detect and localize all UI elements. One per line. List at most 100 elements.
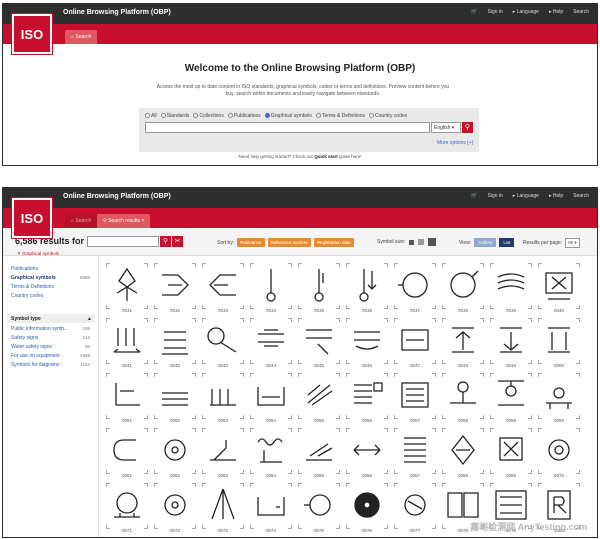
results-search-button[interactable]: ⚲ [160, 236, 171, 247]
quick-start-link[interactable]: Quick start [314, 154, 338, 159]
tile-corner [538, 483, 542, 487]
radio-publications[interactable]: Publications [227, 113, 261, 119]
symbol-type-safety[interactable]: Safety signs [11, 335, 38, 341]
symbol-type-header[interactable]: Symbol type ▲ [7, 314, 95, 323]
nav-language[interactable]: ▸ Language [513, 9, 539, 15]
symbol-tile[interactable]: 0076 [346, 483, 388, 535]
nav-language[interactable]: ▸ Language [513, 193, 539, 199]
symbol-tile[interactable]: 0065 [298, 428, 340, 480]
symbol-tile[interactable]: 0046 [346, 318, 388, 370]
radio-terms[interactable]: Terms & Definitions [315, 113, 365, 119]
cart-icon[interactable]: 🛒 [471, 193, 477, 199]
symbol-tile[interactable]: 0045 [298, 318, 340, 370]
nav-sign-in[interactable]: Sign in [488, 9, 503, 15]
symbol-tile[interactable]: 0042 [154, 318, 196, 370]
symbol-tile[interactable]: 0056 [346, 373, 388, 425]
symbol-tile[interactable]: 0077 [394, 483, 436, 535]
symbol-type-equipment[interactable]: For use on equipment [11, 353, 60, 359]
tab-search[interactable]: ⌂ Search [65, 214, 98, 228]
nav-sign-in[interactable]: Sign in [488, 193, 503, 199]
large-size-icon[interactable] [428, 238, 437, 246]
advanced-search-button[interactable]: ✂ [172, 236, 183, 247]
symbol-tile[interactable]: 0044 [250, 318, 292, 370]
symbol-tile[interactable]: 0040 [538, 263, 580, 315]
tab-search-results[interactable]: ⚲ Search results × [97, 214, 151, 228]
symbol-tile[interactable]: 0066 [346, 428, 388, 480]
nav-help[interactable]: ▸ Help [549, 193, 563, 199]
symbol-tile[interactable]: 0035 [298, 263, 340, 315]
symbol-tile[interactable]: 0051 [106, 373, 148, 425]
symbol-tile[interactable]: 0057 [394, 373, 436, 425]
symbol-tile[interactable]: 0074 [250, 483, 292, 535]
close-tab-icon[interactable]: × [141, 218, 144, 224]
symbol-type-public-info[interactable]: Public information symb... [11, 326, 68, 332]
list-view-button[interactable]: List [499, 238, 515, 247]
gallery-view-button[interactable]: Gallery [474, 238, 497, 247]
symbol-tile[interactable]: 0041 [106, 318, 148, 370]
nav-help[interactable]: ▸ Help [549, 9, 563, 15]
symbol-tile[interactable]: 0052 [154, 373, 196, 425]
symbol-tile[interactable]: 0031 [106, 263, 148, 315]
symbol-tile[interactable]: 0064 [250, 428, 292, 480]
symbol-tile[interactable]: 0032 [154, 263, 196, 315]
sort-relevance-button[interactable]: Relevance [237, 238, 265, 247]
small-size-icon[interactable] [409, 239, 415, 245]
radio-all[interactable]: All [145, 113, 157, 119]
symbol-tile[interactable]: 0063 [202, 428, 244, 480]
sidebar-item-country-codes[interactable]: Country codes [11, 293, 43, 299]
symbol-tile[interactable]: 0069 [490, 428, 532, 480]
results-per-page-select[interactable]: 60 ▾ [565, 238, 580, 248]
search-input[interactable] [145, 122, 430, 133]
symbol-tile[interactable]: 0054 [250, 373, 292, 425]
symbol-tile[interactable]: 0071 [106, 483, 148, 535]
symbol-tile[interactable]: 0059 [490, 373, 532, 425]
medium-size-icon[interactable] [418, 239, 425, 245]
search-button[interactable]: ⚲ [462, 122, 473, 133]
symbol-tile[interactable]: 0068 [442, 428, 484, 480]
symbol-type-water-safety[interactable]: Water safety signs [11, 344, 52, 350]
symbol-tile[interactable]: 0039 [490, 263, 532, 315]
symbol-tile[interactable]: 0049 [490, 318, 532, 370]
symbol-tile[interactable]: 0072 [154, 483, 196, 535]
radio-collections[interactable]: Collections [193, 113, 224, 119]
nav-search[interactable]: Search [573, 9, 589, 15]
sort-reference-button[interactable]: Reference number [267, 238, 311, 247]
language-select[interactable]: English ▾ [431, 122, 461, 133]
iso-logo[interactable]: ISO [12, 14, 52, 54]
nav-search[interactable]: Search [573, 193, 589, 199]
symbol-tile[interactable]: 0033 [202, 263, 244, 315]
radio-graphical-symbols[interactable]: Graphical symbols [264, 113, 312, 119]
sidebar-item-publications[interactable]: Publications [11, 266, 38, 272]
symbol-tile[interactable]: 0053 [202, 373, 244, 425]
symbol-tile[interactable]: 0050 [538, 318, 580, 370]
more-options-link[interactable]: More options [+] [437, 140, 473, 146]
iso-logo[interactable]: ISO [12, 198, 52, 238]
symbol-tile[interactable]: 0060 [538, 373, 580, 425]
symbol-tile[interactable]: 0073 [202, 483, 244, 535]
symbol-tile[interactable]: 0037 [394, 263, 436, 315]
tile-corner [240, 373, 244, 377]
symbol-tile[interactable]: 0034 [250, 263, 292, 315]
sort-date-button[interactable]: Registration date [313, 238, 354, 247]
symbol-tile[interactable]: 0075 [298, 483, 340, 535]
symbol-tile[interactable]: 0061 [106, 428, 148, 480]
radio-standards[interactable]: Standards [160, 113, 189, 119]
sidebar-item-terms[interactable]: Terms & Definitions [11, 284, 54, 290]
results-search-input[interactable] [87, 236, 159, 247]
symbol-tile[interactable]: 0070 [538, 428, 580, 480]
symbol-tile[interactable]: 0062 [154, 428, 196, 480]
symbol-tile[interactable]: 0038 [442, 263, 484, 315]
symbol-tile[interactable]: 0047 [394, 318, 436, 370]
symbol-type-diagrams[interactable]: Symbols for diagrams [11, 362, 59, 368]
symbol-tile[interactable]: 0067 [394, 428, 436, 480]
symbol-tile[interactable]: 0058 [442, 373, 484, 425]
symbol-tile[interactable]: 0048 [442, 318, 484, 370]
sidebar-item-graphical-symbols[interactable]: Graphical symbols [11, 275, 56, 281]
cart-icon[interactable]: 🛒 [471, 9, 477, 15]
symbol-tile[interactable]: 0055 [298, 373, 340, 425]
radio-country-codes[interactable]: Country codes [369, 113, 407, 119]
tile-corner [154, 483, 158, 487]
tab-search[interactable]: ⌂ Search [65, 30, 98, 44]
symbol-tile[interactable]: 0043 [202, 318, 244, 370]
symbol-tile[interactable]: 0036 [346, 263, 388, 315]
